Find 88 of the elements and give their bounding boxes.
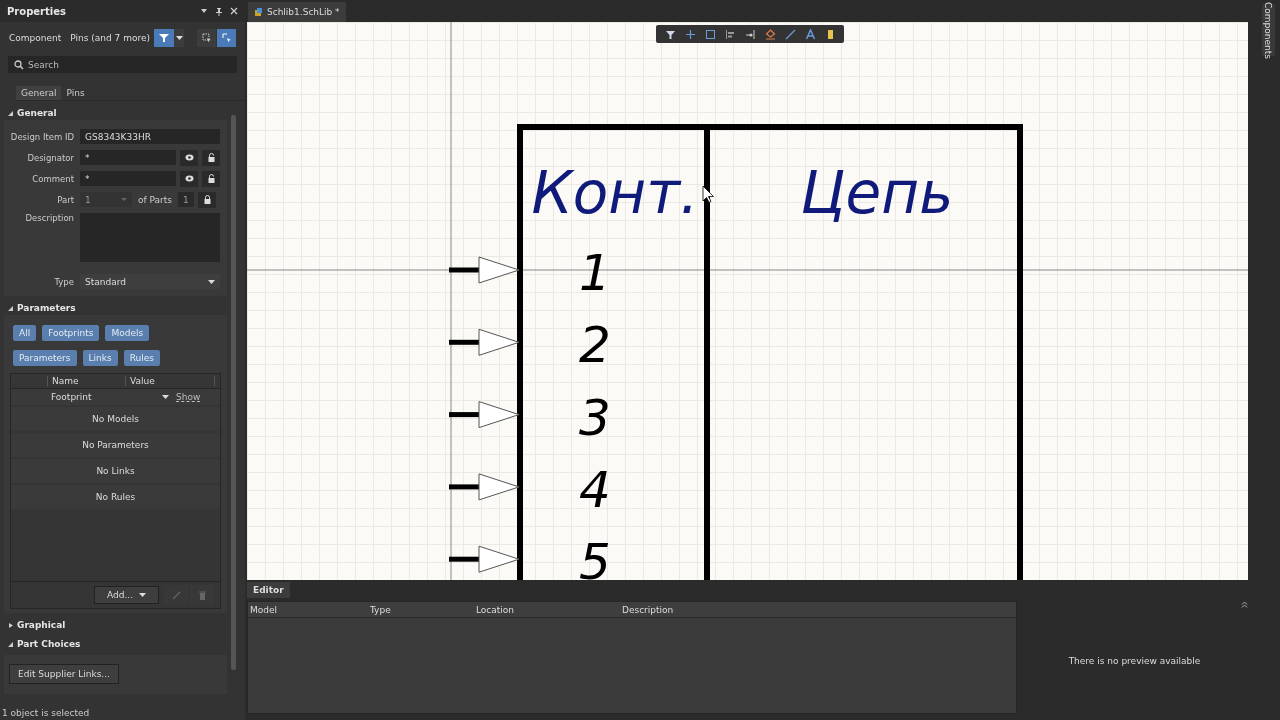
column-heading: Цепь <box>800 159 954 227</box>
column-header[interactable]: Name <box>47 376 125 386</box>
type-dropdown[interactable]: Standard <box>80 274 220 289</box>
filter-chip[interactable]: All <box>13 325 37 341</box>
text-tool-icon[interactable] <box>804 28 816 40</box>
pin-number: 5 <box>579 533 611 580</box>
eye-icon[interactable] <box>180 149 198 166</box>
table-cell-text: Footprint <box>51 392 93 402</box>
document-icon <box>254 7 263 17</box>
eye-icon[interactable] <box>180 170 198 187</box>
dropdown-icon[interactable] <box>200 7 208 15</box>
rectangle-icon[interactable] <box>704 28 716 40</box>
component-label: Component <box>9 33 62 43</box>
caret-icon <box>139 593 146 597</box>
caret-icon <box>208 279 215 284</box>
collapse-icon[interactable] <box>1241 601 1248 608</box>
filter-chip[interactable]: Parameters <box>13 350 77 366</box>
pin-number: 1 <box>579 244 611 302</box>
eraser-icon[interactable] <box>764 28 776 40</box>
column-header[interactable]: Location <box>474 604 620 615</box>
text-field[interactable]: GS8343K33HR <box>80 129 220 144</box>
show-link[interactable]: Show <box>176 392 201 402</box>
column-header[interactable]: Description <box>620 604 674 615</box>
add-button[interactable]: Add... <box>94 586 159 604</box>
pin-number: 3 <box>579 388 611 447</box>
pin-tool-icon[interactable] <box>744 28 756 40</box>
search-field[interactable]: Search <box>8 56 237 73</box>
plus-icon[interactable] <box>684 28 696 40</box>
column-heading: Конт. <box>531 159 699 227</box>
caret-icon[interactable] <box>162 395 169 399</box>
caret-icon <box>175 35 183 41</box>
line-icon[interactable] <box>784 28 796 40</box>
pin-icon[interactable] <box>215 6 223 16</box>
editor-tab[interactable]: Editor <box>247 582 290 598</box>
align-icon[interactable] <box>724 28 736 40</box>
caret-icon <box>121 197 127 202</box>
pin[interactable] <box>449 256 520 284</box>
pin-number: 2 <box>579 316 611 375</box>
filter-text: Pins (and 7 more) <box>70 33 150 43</box>
cursor-icon <box>702 185 714 203</box>
pin[interactable] <box>449 473 520 501</box>
edit-supplier-links-button[interactable]: Edit Supplier Links... <box>9 664 119 684</box>
text-field[interactable]: * <box>80 150 176 165</box>
parts-count-field: 1 <box>178 192 194 207</box>
field-label: Description <box>24 213 74 223</box>
column-header[interactable]: Value <box>125 376 215 386</box>
empty-message: No Links <box>96 466 135 476</box>
empty-message: No Models <box>92 414 139 424</box>
filter-icon <box>159 33 169 43</box>
close-icon[interactable] <box>230 7 238 15</box>
document-tab[interactable]: Schlib1.SchLib * <box>248 2 346 22</box>
column-header[interactable]: Model <box>248 604 368 615</box>
field-label: Design Item ID <box>9 131 74 142</box>
pin[interactable] <box>449 401 520 429</box>
lock-icon[interactable] <box>202 149 220 166</box>
filter-button[interactable] <box>154 29 174 47</box>
preview-message: There is no preview available <box>1068 655 1201 666</box>
field-label: Part <box>56 194 74 205</box>
filter-chip[interactable]: Footprints <box>42 325 100 341</box>
section-header[interactable]: General <box>4 106 227 120</box>
lock-icon[interactable] <box>198 191 216 208</box>
section-header[interactable]: Part Choices <box>4 637 227 651</box>
search-icon <box>14 60 24 70</box>
field-label: Comment <box>31 173 74 184</box>
field-label: of Parts <box>138 194 172 205</box>
empty-message: No Parameters <box>82 440 149 450</box>
field-label: Type <box>53 276 74 287</box>
column-header[interactable]: Type <box>368 604 474 615</box>
panel-title: Properties <box>7 5 66 17</box>
text-field[interactable]: * <box>80 171 176 186</box>
panel-tab[interactable]: General <box>16 86 62 100</box>
section-header[interactable]: Graphical <box>4 618 227 632</box>
filter-chip[interactable]: Rules <box>123 350 160 366</box>
field-label: Designator <box>26 152 74 163</box>
select-icon[interactable] <box>197 29 216 47</box>
status-text: 1 object is selected <box>1 708 91 720</box>
filter-dropdown[interactable] <box>174 29 184 47</box>
pin[interactable] <box>449 545 520 573</box>
empty-message: No Rules <box>95 492 136 502</box>
filter-icon[interactable] <box>664 28 676 40</box>
lock-icon[interactable] <box>202 170 220 187</box>
section-header[interactable]: Parameters <box>4 301 227 315</box>
filter-chip[interactable]: Models <box>105 325 150 341</box>
pin-number: 4 <box>579 460 611 519</box>
pin[interactable] <box>449 328 520 356</box>
schematic-canvas[interactable]: 1 2 3 4 5 Конт. Цепь <box>247 22 1248 580</box>
filter-chip[interactable]: Links <box>82 350 118 366</box>
component-symbol-drawing[interactable] <box>517 124 1023 580</box>
